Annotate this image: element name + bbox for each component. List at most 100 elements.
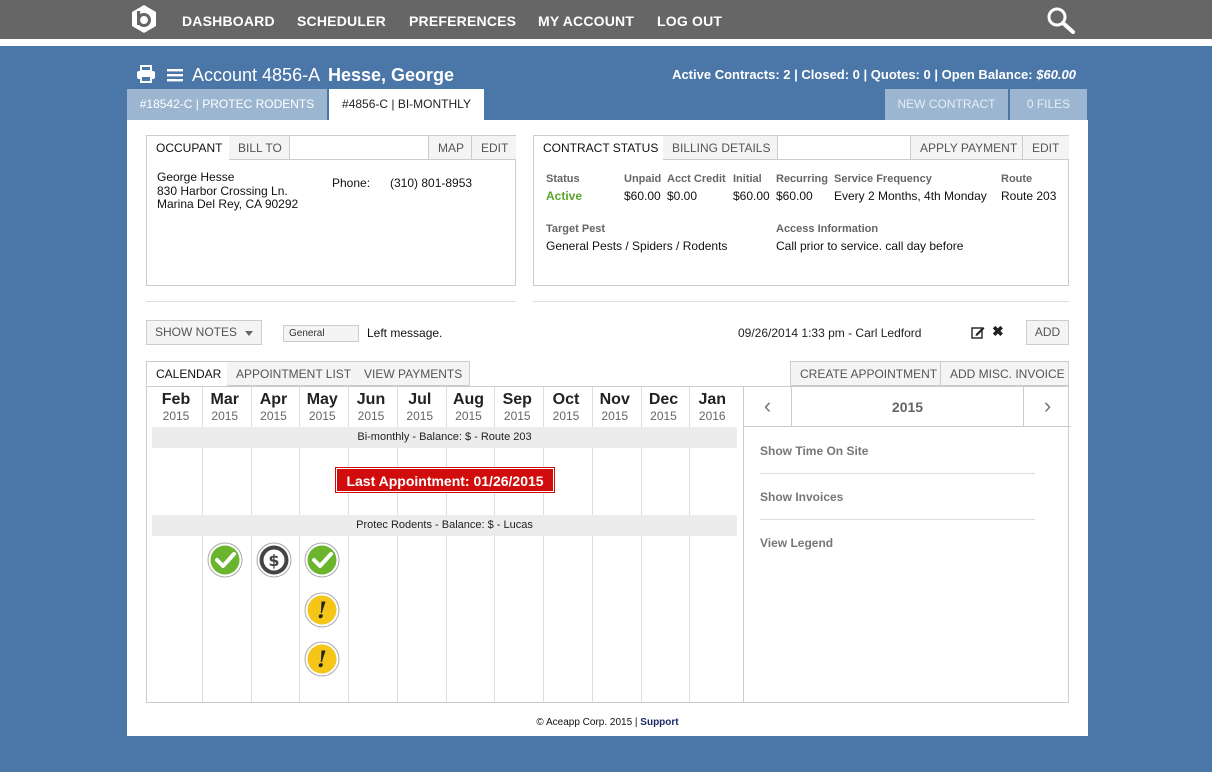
chevron-left-icon[interactable]: ‹ — [744, 387, 792, 427]
account-number: Account 4856-A — [192, 65, 321, 85]
occupant-city: Marina Del Rey, CA 90292 — [157, 197, 299, 211]
recurring-value: $60.00 — [776, 189, 813, 203]
contract-band-bi-monthly[interactable]: Bi-monthly - Balance: $ - Route 203 — [152, 427, 737, 448]
occupant-street: 830 Harbor Crossing Ln. — [157, 184, 288, 198]
check-icon[interactable] — [304, 542, 340, 578]
tab-calendar[interactable]: CALENDAR — [146, 361, 228, 386]
tab-contract-status[interactable]: CONTRACT STATUS — [534, 136, 664, 160]
month-header: Apr 2015 — [250, 387, 298, 423]
show-notes-dropdown[interactable]: SHOW NOTES — [146, 320, 262, 345]
phone-label: Phone: — [332, 176, 371, 190]
unpaid-label: Unpaid — [624, 173, 662, 185]
route-value: Route 203 — [1001, 189, 1057, 203]
month-year: 2015 — [601, 409, 629, 423]
warning-icon[interactable]: ! — [304, 592, 340, 628]
tab-billing-details[interactable]: BILLING DETAILS — [663, 136, 778, 160]
view-legend-link[interactable]: View Legend — [760, 536, 833, 550]
support-link[interactable]: Support — [640, 717, 678, 728]
status-value: Active — [546, 189, 583, 203]
apply-payment-button[interactable]: APPLY PAYMENT — [910, 136, 1023, 160]
credit-label: Acct Credit — [667, 173, 726, 185]
create-appointment-button[interactable]: CREATE APPOINTMENT — [790, 361, 941, 386]
calendar-side-panel: ‹ 2015 › Show Time On Site Show Invoices… — [743, 387, 1071, 702]
nav-divider — [0, 39, 1212, 46]
nav-scheduler[interactable]: SCHEDULER — [297, 13, 386, 29]
new-contract-button[interactable]: NEW CONTRACT — [885, 89, 1008, 120]
footer: © Aceapp Corp. 2015 | Support — [127, 717, 1088, 728]
month-year: 2015 — [503, 409, 531, 423]
month-name: Jun — [356, 391, 386, 408]
files-button[interactable]: 0 FILES — [1010, 89, 1087, 120]
month-year: 2015 — [406, 409, 434, 423]
calendar-tabbar: CALENDAR APPOINTMENT LIST VIEW PAYMENTS … — [146, 361, 1069, 386]
edit-note-icon[interactable] — [971, 325, 985, 339]
phone-number: (310) 801-8953 — [390, 176, 473, 190]
nav-dashboard[interactable]: DASHBOARD — [182, 13, 275, 29]
tab-contract-protec-rodents[interactable]: #18542-C | PROTEC RODENTS — [127, 89, 327, 120]
month-header: Dec 2015 — [640, 387, 688, 423]
side-divider — [760, 519, 1035, 520]
access-info-value: Call prior to service. call day before — [776, 239, 964, 253]
menu-icon[interactable] — [167, 68, 183, 82]
delete-note-icon[interactable]: ✖ — [992, 323, 1004, 340]
show-invoices-link[interactable]: Show Invoices — [760, 490, 843, 504]
section-divider — [533, 301, 1069, 302]
warning-icon[interactable]: ! — [304, 641, 340, 677]
tab-appointment-list[interactable]: APPOINTMENT LIST — [227, 361, 356, 386]
month-year: 2015 — [308, 409, 336, 423]
occupant-edit-button[interactable]: EDIT — [471, 136, 516, 160]
tab-underline — [777, 159, 911, 160]
add-misc-invoice-button[interactable]: ADD MISC. INVOICE — [940, 361, 1069, 386]
check-icon[interactable] — [207, 542, 243, 578]
month-year: 2016 — [698, 409, 726, 423]
month-year: 2015 — [211, 409, 239, 423]
nav-log-out[interactable]: LOG OUT — [657, 13, 722, 29]
tab-contract-bi-monthly[interactable]: #4856-C | BI-MONTHLY — [329, 89, 484, 120]
year-label: 2015 — [891, 399, 924, 415]
year-navigator: ‹ 2015 › — [744, 387, 1071, 427]
note-meta: 09/26/2014 1:33 pm - Carl Ledford — [738, 326, 922, 340]
map-button[interactable]: MAP — [428, 136, 472, 160]
month-name: May — [306, 391, 338, 408]
month-name: Oct — [552, 391, 580, 408]
show-time-on-site-link[interactable]: Show Time On Site — [760, 444, 868, 458]
month-name: Dec — [648, 391, 679, 408]
month-header: May 2015 — [298, 387, 346, 423]
target-pest-label: Target Pest — [546, 223, 606, 235]
unpaid-value: $60.00 — [624, 189, 661, 203]
month-header: Jul 2015 — [396, 387, 444, 423]
chevron-down-icon — [245, 331, 253, 336]
month-header: Oct 2015 — [542, 387, 590, 423]
access-info-label: Access Information — [776, 223, 879, 235]
payment-dollar-icon[interactable]: $ — [256, 542, 292, 578]
add-note-button[interactable]: ADD — [1026, 320, 1069, 345]
nav-my-account[interactable]: MY ACCOUNT — [538, 13, 634, 29]
month-header: Jun 2015 — [347, 387, 395, 423]
contract-band-protec-rodents[interactable]: Protec Rodents - Balance: $ - Lucas — [152, 515, 737, 536]
calendar-grid: Feb 2015 Mar 2015 Apr 2015 May 2015 Jun 2015 Jul 20… — [146, 386, 1071, 703]
tab-occupant[interactable]: OCCUPANT — [147, 136, 230, 160]
svg-text:!: ! — [317, 598, 327, 624]
copyright-text: © Aceapp Corp. 2015 | — [536, 717, 641, 728]
print-icon[interactable] — [136, 65, 156, 83]
month-year: 2015 — [552, 409, 580, 423]
account-header: Account 4856-A Hesse, George Active Cont… — [127, 56, 1088, 90]
chevron-right-icon[interactable]: › — [1023, 387, 1071, 427]
main-panel: OCCUPANT BILL TO MAP EDIT George Hesse 8… — [127, 120, 1088, 736]
frequency-value: Every 2 Months, 4th Monday — [834, 189, 987, 203]
search-icon[interactable] — [1046, 6, 1076, 34]
month-name: Nov — [599, 391, 630, 408]
credit-value: $0.00 — [667, 189, 698, 203]
show-notes-label: SHOW NOTES — [155, 325, 238, 339]
target-pest-value: General Pests / Spiders / Rodents — [546, 239, 728, 253]
tab-bill-to[interactable]: BILL TO — [229, 136, 290, 160]
recurring-label: Recurring — [776, 173, 828, 185]
nav-preferences[interactable]: PREFERENCES — [409, 13, 516, 29]
tab-view-payments[interactable]: VIEW PAYMENTS — [355, 361, 470, 386]
month-name: Jul — [408, 391, 432, 408]
tab-underline — [289, 159, 429, 160]
month-name: Feb — [161, 391, 191, 408]
app-logo-icon[interactable] — [129, 4, 159, 34]
contract-edit-button[interactable]: EDIT — [1022, 136, 1069, 160]
note-text: Left message. — [367, 326, 443, 340]
